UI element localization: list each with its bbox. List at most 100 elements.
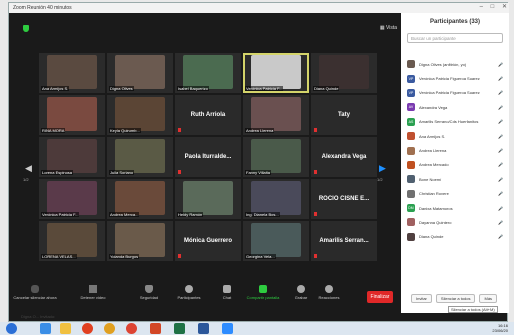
next-page-icon[interactable]: ▶ bbox=[379, 163, 386, 174]
video-tile[interactable]: Andrea Llerena bbox=[243, 95, 309, 135]
video-tile[interactable]: Keyla Quirumb... bbox=[107, 95, 173, 135]
participant-video bbox=[251, 181, 301, 215]
powerpoint-icon[interactable] bbox=[150, 323, 161, 334]
video-tile[interactable]: Taty bbox=[311, 95, 377, 135]
firefox-icon[interactable] bbox=[104, 323, 115, 334]
video-tile[interactable]: Yolanda Burgos bbox=[107, 221, 173, 261]
video-tile[interactable]: Georgina Vela... bbox=[243, 221, 309, 261]
folder-icon[interactable] bbox=[60, 323, 71, 334]
avatar: VP bbox=[407, 74, 415, 83]
tile-name-label: Julia Soriano bbox=[109, 170, 135, 175]
video-tile[interactable]: Verónica Patricia F... bbox=[39, 179, 105, 219]
participant-row[interactable]: VP Verónica Patricia Figueroa Suarez 🎤 bbox=[401, 86, 509, 100]
muted-mic-icon bbox=[178, 170, 181, 174]
tile-name-label: Ing. Dianela Bos... bbox=[245, 212, 280, 217]
participant-row[interactable]: Dayanna Quintero 🎤 bbox=[401, 215, 509, 229]
participant-row[interactable]: Andrea Mercado 🎤 bbox=[401, 158, 509, 172]
participant-name: Verónica Patricia Figueroa Suarez bbox=[419, 90, 480, 96]
security-button[interactable]: Seguridad bbox=[127, 285, 171, 300]
tile-name-label: Fanny Villalta bbox=[245, 170, 271, 175]
media-icon[interactable] bbox=[82, 323, 93, 334]
stop-video-button[interactable]: Detener video bbox=[71, 285, 115, 300]
view-button[interactable]: ▦ Vista bbox=[380, 25, 397, 31]
maximize-icon[interactable]: □ bbox=[491, 4, 495, 10]
participant-video bbox=[115, 223, 165, 257]
avatar: DM bbox=[407, 204, 415, 213]
start-icon[interactable] bbox=[6, 323, 17, 334]
mute-all-button[interactable]: Silenciar a todos bbox=[435, 293, 476, 303]
taskbar-clock: 16:16 23/06/20 bbox=[492, 323, 508, 333]
video-tile[interactable]: Fanny Villalta bbox=[243, 137, 309, 177]
participant-row[interactable]: Andrea Llerena 🎤 bbox=[401, 143, 509, 157]
participant-video bbox=[251, 55, 301, 89]
chrome-icon[interactable] bbox=[126, 323, 137, 334]
avatar bbox=[407, 232, 415, 241]
word-icon[interactable] bbox=[198, 323, 209, 334]
chat-icon bbox=[223, 285, 231, 293]
participant-list: Digna Olives (anfitrión, yo) 🎤 VP Verónica … bbox=[401, 57, 509, 244]
mute-all-tooltip: Silenciar a todos (Alt+M) bbox=[448, 306, 498, 313]
tile-display-name: ROCIO CISNE E... bbox=[318, 196, 370, 202]
participant-search-input[interactable]: Buscar un participante bbox=[407, 33, 503, 43]
security-shield-icon[interactable] bbox=[23, 25, 29, 32]
participant-row[interactable]: AS Amarilis Serrano/Cds Huerfanitos 🎤 bbox=[401, 115, 509, 129]
avatar: AS bbox=[407, 117, 415, 126]
video-tile[interactable]: Diana Quinde bbox=[311, 53, 377, 93]
video-tile[interactable]: Andrea Merca... bbox=[107, 179, 173, 219]
video-tile[interactable]: Alexandra Vega bbox=[311, 137, 377, 177]
participant-row[interactable]: VP Verónica Patricia Figueroa Suarez 🎤 bbox=[401, 71, 509, 85]
participant-video bbox=[47, 97, 97, 131]
page-indicator-left: 1/2 bbox=[23, 177, 29, 182]
video-tile[interactable]: Digna Olives bbox=[107, 53, 173, 93]
participant-video bbox=[115, 181, 165, 215]
zoom-window: Zoom Reunión 40 minutos – □ ✕ ▦ Vista ◀ … bbox=[8, 2, 509, 322]
prev-page-icon[interactable]: ◀ bbox=[25, 163, 32, 174]
video-tile[interactable]: LORENA VELAS... bbox=[39, 221, 105, 261]
participant-row[interactable]: Digna Olives (anfitrión, yo) 🎤 bbox=[401, 57, 509, 71]
participant-row[interactable]: AV Alexandra Vega 🎤 bbox=[401, 100, 509, 114]
reactions-button[interactable]: Reacciones bbox=[307, 285, 351, 300]
participant-row[interactable]: Ana Armijos S. 🎤 bbox=[401, 129, 509, 143]
video-tile[interactable]: Heidy Ramón bbox=[175, 179, 241, 219]
close-icon[interactable]: ✕ bbox=[502, 4, 507, 10]
participant-row[interactable]: Christian Rovere 🎤 bbox=[401, 187, 509, 201]
tile-name-label: Heidy Ramón bbox=[177, 212, 204, 217]
participant-name: Alexandra Vega bbox=[419, 104, 448, 110]
video-tile[interactable]: Ruth Arriola bbox=[175, 95, 241, 135]
tile-display-name: Mónica Guerrero bbox=[183, 238, 232, 244]
video-tile[interactable]: RINA MORA bbox=[39, 95, 105, 135]
video-tile[interactable]: Amarilis Serran... bbox=[311, 221, 377, 261]
tile-display-name: Paola Iturralde... bbox=[184, 154, 232, 160]
video-tile[interactable]: Paola Iturralde... bbox=[175, 137, 241, 177]
zoom-icon[interactable] bbox=[222, 323, 233, 334]
tile-display-name: Alexandra Vega bbox=[321, 154, 367, 160]
muted-mic-icon: 🎤 bbox=[498, 219, 503, 225]
video-tile[interactable]: Isabel Baquerizo bbox=[175, 53, 241, 93]
browser-icon[interactable] bbox=[40, 323, 51, 334]
muted-mic-icon: 🎤 bbox=[498, 61, 503, 67]
end-meeting-button[interactable]: Finalizar bbox=[367, 291, 393, 303]
video-tile[interactable]: Julia Soriano bbox=[107, 137, 173, 177]
muted-mic-icon: 🎤 bbox=[498, 133, 503, 139]
muted-mic-icon: 🎤 bbox=[498, 119, 503, 125]
participant-row[interactable]: Bone Noemí 🎤 bbox=[401, 172, 509, 186]
video-tile[interactable]: Verónica Patricia F... bbox=[243, 53, 309, 93]
muted-mic-icon: 🎤 bbox=[498, 76, 503, 82]
participant-row[interactable]: DM Danixa Matamoros 🎤 bbox=[401, 201, 509, 215]
minimize-icon[interactable]: – bbox=[480, 4, 483, 10]
video-tile[interactable]: Lorena Espinosa bbox=[39, 137, 105, 177]
video-tile[interactable]: Ana Armijos S. bbox=[39, 53, 105, 93]
video-tile[interactable]: ROCIO CISNE E... bbox=[311, 179, 377, 219]
participant-video bbox=[183, 181, 233, 215]
video-tile[interactable]: Mónica Guerrero bbox=[175, 221, 241, 261]
video-tile[interactable]: Ing. Dianela Bos... bbox=[243, 179, 309, 219]
participant-row[interactable]: Diana Quinde 🎤 bbox=[401, 230, 509, 244]
invite-button[interactable]: Invitar bbox=[411, 293, 432, 303]
participant-name: Ana Armijos S. bbox=[419, 133, 446, 139]
excel-icon[interactable] bbox=[174, 323, 185, 334]
participant-name: Amarilis Serrano/Cds Huerfanitos bbox=[419, 119, 479, 125]
more-button[interactable]: Más bbox=[479, 293, 498, 303]
muted-mic-icon bbox=[178, 254, 181, 258]
tile-display-name: Ruth Arriola bbox=[190, 112, 226, 118]
mute-button[interactable]: Cancelar silenciar ahora bbox=[13, 285, 57, 300]
